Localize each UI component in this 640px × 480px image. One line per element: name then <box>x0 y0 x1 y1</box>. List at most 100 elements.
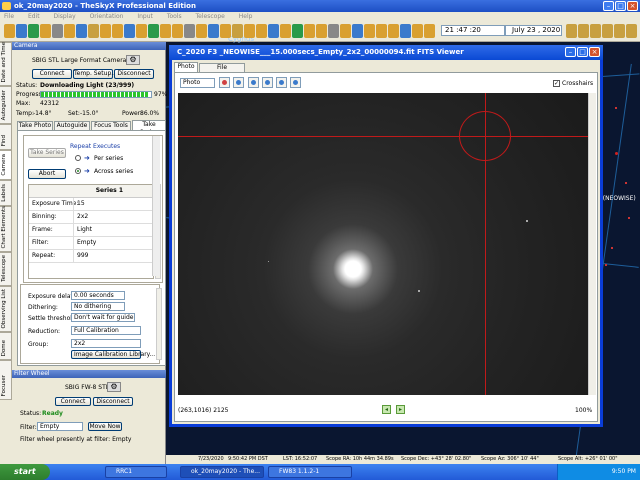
toolbar-button-icon[interactable] <box>626 24 637 38</box>
gear-icon[interactable]: ⚙ <box>107 382 121 392</box>
maximize-button[interactable]: □ <box>615 1 626 11</box>
toolbar-button-icon[interactable] <box>220 24 231 38</box>
toolbar-button-icon[interactable] <box>16 24 27 38</box>
left-tab-telescope[interactable]: Telescope <box>0 252 12 286</box>
menu-orientation[interactable]: Orientation <box>90 13 124 20</box>
filter-disconnect-button[interactable]: Disconnect <box>93 397 133 406</box>
toolbar-button-icon[interactable] <box>40 24 51 38</box>
fits-close-button[interactable]: × <box>589 47 600 57</box>
settle-threshold-field[interactable]: Don't wait for guider settle <box>71 313 135 322</box>
tab-take-photo[interactable]: Take Photo <box>17 121 53 130</box>
left-tab-autoguider[interactable]: Autoguider <box>0 86 12 124</box>
left-tab-chart-elements[interactable]: Chart Elements <box>0 206 12 252</box>
series-row[interactable]: Frame: Light <box>29 224 153 237</box>
temp-setup-button[interactable]: Temp. Setup... <box>73 69 117 79</box>
toolbar-button-icon[interactable] <box>244 24 255 38</box>
toolbar-button-icon[interactable] <box>76 24 87 38</box>
tab-focus-tools[interactable]: Focus Tools <box>91 121 131 130</box>
flip-icon[interactable] <box>233 77 244 88</box>
view-select[interactable]: Photo <box>180 78 215 88</box>
toolbar-button-icon[interactable] <box>148 24 159 38</box>
series-row-value[interactable]: 15 <box>77 198 85 210</box>
exposure-delay-field[interactable]: 0.00 seconds <box>71 291 125 300</box>
tab-file-information[interactable]: File Information <box>199 63 245 79</box>
toolbar-button-icon[interactable] <box>602 24 613 38</box>
toolbar-button-icon[interactable] <box>364 24 375 38</box>
across-series-radio[interactable] <box>75 168 81 174</box>
toolbar-button-icon[interactable] <box>4 24 15 38</box>
series-row[interactable]: Binning: 2x2 <box>29 211 153 224</box>
toolbar-button-icon[interactable] <box>340 24 351 38</box>
fits-image[interactable] <box>178 93 588 395</box>
toolbar-button-icon[interactable] <box>328 24 339 38</box>
toolbar-button-icon[interactable] <box>280 24 291 38</box>
comet-marker[interactable] <box>615 152 618 155</box>
series-row-value[interactable]: 2x2 <box>77 211 88 223</box>
toolbar-button-icon[interactable] <box>292 24 303 38</box>
toolbar-button-icon[interactable] <box>64 24 75 38</box>
tab-autoguide[interactable]: Autoguide <box>54 121 90 130</box>
series-row-value[interactable]: 999 <box>77 250 88 262</box>
pan-icon[interactable] <box>290 77 301 88</box>
per-series-radio[interactable] <box>75 155 81 161</box>
fits-viewer-title[interactable]: C_2020 F3 _NEOWISE___15.000secs_Empty_2x… <box>169 45 603 60</box>
series-row[interactable]: Exposure Time: 15 <box>29 198 153 211</box>
toolbar-button-icon[interactable] <box>352 24 363 38</box>
fits-maximize-button[interactable]: □ <box>577 47 588 57</box>
date-display[interactable]: July 23 , 2020 <box>505 25 562 36</box>
time-display[interactable]: 21 :47 :20 <box>441 25 505 36</box>
minimize-button[interactable]: – <box>603 1 614 11</box>
group-select[interactable]: 2x2 <box>71 339 141 348</box>
toolbar-button-icon[interactable] <box>316 24 327 38</box>
menu-edit[interactable]: Edit <box>28 13 40 20</box>
next-icon[interactable]: ▸ <box>396 405 405 414</box>
dithering-select[interactable]: No dithering <box>71 302 125 311</box>
task-theskyx[interactable]: ok_20may2020 - The... <box>180 466 264 478</box>
filter-connect-button[interactable]: Connect <box>55 397 91 406</box>
tab-photo[interactable]: Photo <box>174 62 198 72</box>
toolbar-button-icon[interactable] <box>28 24 39 38</box>
panel-scrollbar[interactable] <box>152 136 160 276</box>
toolbar-button-icon[interactable] <box>100 24 111 38</box>
toolbar-button-icon[interactable] <box>112 24 123 38</box>
toolbar-button-icon[interactable] <box>388 24 399 38</box>
toolbar-button-icon[interactable] <box>124 24 135 38</box>
zoom-in-icon[interactable] <box>248 77 259 88</box>
series-row-value[interactable]: Empty <box>77 237 96 249</box>
toolbar-button-icon[interactable] <box>424 24 435 38</box>
menu-telescope[interactable]: Telescope <box>196 13 225 20</box>
left-tab-dome[interactable]: Dome <box>0 332 12 360</box>
toolbar-button-icon[interactable] <box>160 24 171 38</box>
zoom-out-icon[interactable] <box>262 77 273 88</box>
abort-button[interactable]: Abort <box>28 169 66 179</box>
toolbar-button-icon[interactable] <box>172 24 183 38</box>
toolbar-button-icon[interactable] <box>412 24 423 38</box>
toolbar-button-icon[interactable] <box>256 24 267 38</box>
filter-select[interactable]: Empty <box>37 422 83 431</box>
task-rrc1[interactable]: RRC1 <box>105 466 167 478</box>
toolbar-button-icon[interactable] <box>590 24 601 38</box>
series-row-value[interactable]: Light <box>77 224 92 236</box>
histogram-icon[interactable] <box>219 77 230 88</box>
fits-minimize-button[interactable]: – <box>565 47 576 57</box>
series-row[interactable]: Repeat: 999 <box>29 250 153 263</box>
reduction-select[interactable]: Full Calibration <box>71 326 141 335</box>
menu-display[interactable]: Display <box>54 13 76 20</box>
toolbar-button-icon[interactable] <box>304 24 315 38</box>
toolbar-button-icon[interactable] <box>614 24 625 38</box>
toolbar-button-icon[interactable] <box>208 24 219 38</box>
disconnect-button[interactable]: Disconnect <box>114 69 154 79</box>
toolbar-button-icon[interactable] <box>88 24 99 38</box>
menu-tools[interactable]: Tools <box>167 13 182 20</box>
calibration-library-button[interactable]: Image Calibration Library... <box>71 350 155 359</box>
toolbar-button-icon[interactable] <box>566 24 577 38</box>
series-row[interactable]: Filter: Empty <box>29 237 153 250</box>
image-scrollbar[interactable] <box>588 93 596 395</box>
left-tab-camera[interactable]: Camera <box>0 150 12 180</box>
connect-button[interactable]: Connect <box>32 69 72 79</box>
task-fw83[interactable]: FW83 1.1.2-1 <box>268 466 352 478</box>
close-button[interactable]: × <box>627 1 638 11</box>
left-tab-observing-list[interactable]: Observing List <box>0 286 12 332</box>
options-scrollbar[interactable] <box>156 288 162 360</box>
menu-file[interactable]: File <box>4 13 14 20</box>
